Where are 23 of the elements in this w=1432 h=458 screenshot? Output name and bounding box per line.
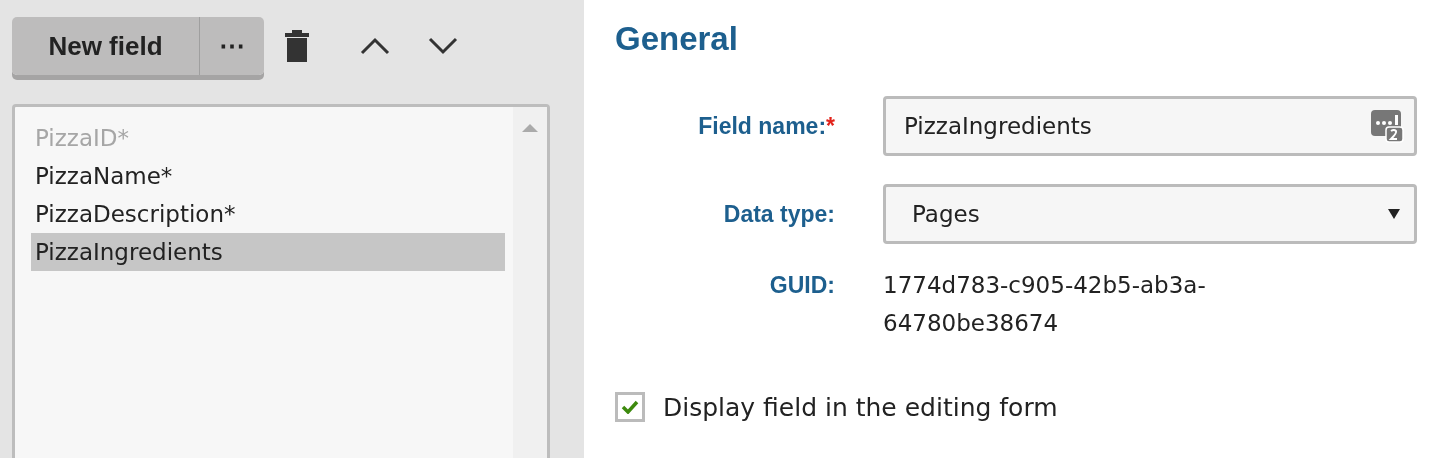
guid-value: 1774d783-c905-42b5-ab3a- — [883, 271, 1206, 300]
move-down-icon[interactable] — [428, 37, 458, 55]
required-mark: * — [826, 112, 835, 139]
guid-label: GUID: — [769, 272, 835, 298]
checkbox[interactable] — [615, 392, 645, 422]
guid-value: 64780be38674 — [883, 309, 1060, 338]
field-list-item[interactable]: PizzaIngredients — [31, 233, 505, 271]
move-up-icon[interactable] — [360, 37, 390, 55]
scrollbar[interactable] — [513, 107, 547, 458]
check-icon — [621, 400, 639, 414]
field-name-input[interactable]: PizzaIngredients — [883, 96, 1417, 156]
section-title: General — [615, 20, 739, 59]
delete-icon[interactable] — [284, 29, 310, 63]
data-type-select[interactable]: Pages — [883, 184, 1417, 244]
checkbox-label: Display field in the editing form — [663, 392, 1058, 422]
dropdown-caret-icon — [1388, 209, 1400, 219]
macro-icon[interactable] — [1370, 109, 1404, 143]
field-list-item[interactable]: PizzaName* — [31, 157, 505, 195]
new-field-button[interactable]: New field — [12, 17, 200, 75]
field-list-item[interactable]: PizzaDescription* — [31, 195, 505, 233]
data-type-label: Data type: — [723, 200, 835, 227]
more-button[interactable]: ⋯ — [200, 17, 264, 75]
field-name-label: Field name: — [698, 112, 827, 139]
